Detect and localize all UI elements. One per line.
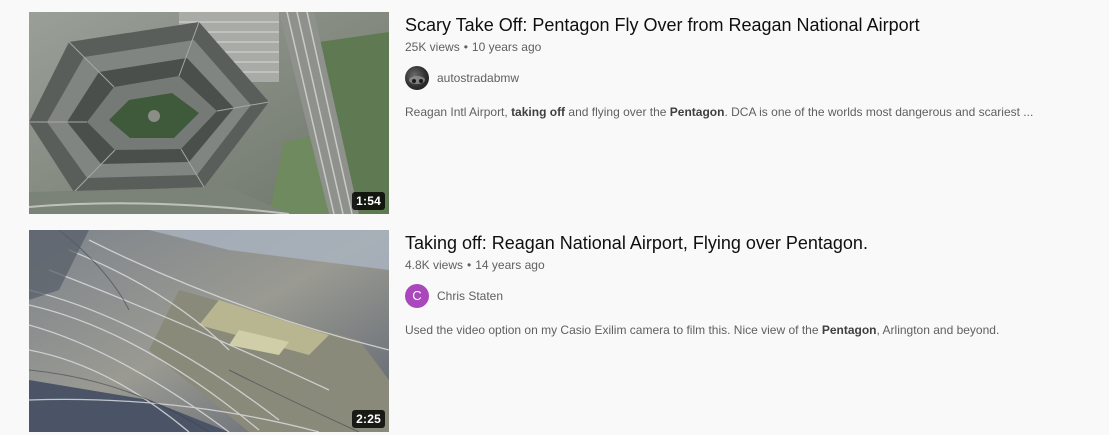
channel-name[interactable]: autostradabmw [437,71,519,85]
video-description: Used the video option on my Casio Exilim… [405,321,1095,339]
description-highlight: Pentagon [669,105,725,119]
video-metadata: 25K views • 10 years ago [405,38,1095,56]
video-description: Reagan Intl Airport, taking off and flyi… [405,103,1095,121]
upload-age: 14 years ago [475,258,545,272]
video-result[interactable]: 1:54 Scary Take Off: Pentagon Fly Over f… [29,12,1104,215]
thumbnail-image [29,230,389,432]
video-info: Taking off: Reagan National Airport, Fly… [405,230,1095,433]
video-thumbnail[interactable]: 2:25 [29,230,389,432]
meta-separator: • [467,258,472,272]
channel-name[interactable]: Chris Staten [437,289,503,303]
channel-avatar[interactable]: C [405,284,429,308]
channel-link[interactable]: autostradabmw [405,66,1095,90]
view-count: 25K views [405,40,460,54]
video-title[interactable]: Scary Take Off: Pentagon Fly Over from R… [405,12,1095,38]
video-duration: 1:54 [352,192,385,210]
upload-age: 10 years ago [471,40,542,54]
search-results: 1:54 Scary Take Off: Pentagon Fly Over f… [0,0,1109,435]
description-text: Reagan Intl Airport, [405,105,512,119]
video-duration: 2:25 [352,410,385,428]
video-info: Scary Take Off: Pentagon Fly Over from R… [405,12,1095,215]
view-count: 4.8K views [405,258,464,272]
thumbnail-image [29,12,389,214]
meta-separator: • [463,40,468,54]
description-text: . DCA is one of the worlds most dangerou… [724,105,1034,119]
video-result[interactable]: 2:25 Taking off: Reagan National Airport… [29,230,1104,433]
channel-avatar[interactable] [405,66,429,90]
description-text: , Arlington and beyond. [876,323,1000,337]
description-highlight: taking off [511,105,566,119]
description-text: Used the video option on my Casio Exilim… [405,323,822,337]
channel-link[interactable]: C Chris Staten [405,284,1095,308]
video-title[interactable]: Taking off: Reagan National Airport, Fly… [405,230,1095,256]
video-metadata: 4.8K views • 14 years ago [405,256,1095,274]
video-thumbnail[interactable]: 1:54 [29,12,389,214]
description-highlight: Pentagon [821,323,877,337]
description-text: and flying over the [565,105,670,119]
channel-photo-icon [409,76,425,84]
